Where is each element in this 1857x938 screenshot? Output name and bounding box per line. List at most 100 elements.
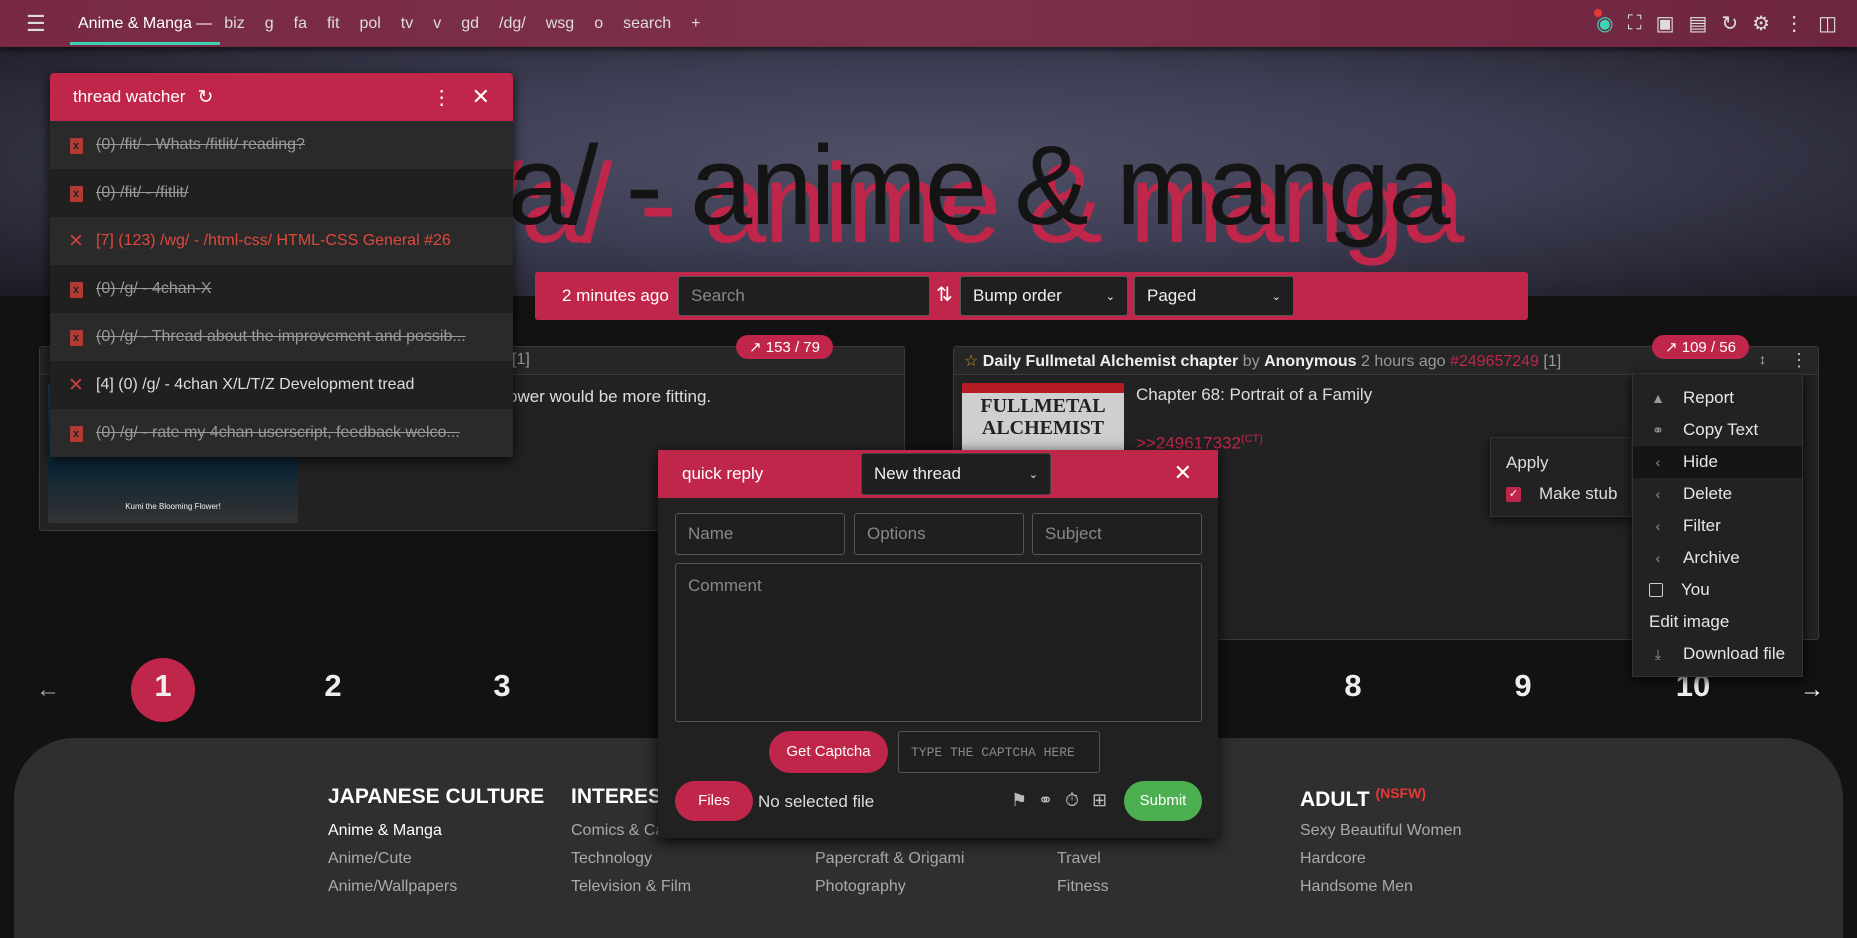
watched-thread-item[interactable]: ✕ [4] (0) /g/ - 4chan X/L/T/Z Development… <box>50 361 513 409</box>
timer-icon[interactable]: ⏱ <box>1065 790 1079 811</box>
menu-item-filter[interactable]: ‹ Filter <box>1633 510 1802 542</box>
add-board-button[interactable]: + <box>691 0 700 47</box>
footer-board-link[interactable]: Hardcore <box>1300 845 1462 873</box>
apply-button[interactable]: Apply <box>1506 453 1549 473</box>
files-button[interactable]: Files <box>675 781 753 821</box>
watched-thread-item[interactable]: x (0) /g/ - 4chan-X <box>50 265 513 313</box>
subject-field[interactable]: Subject <box>1032 513 1202 555</box>
post-number[interactable]: #249657249 <box>1450 353 1539 370</box>
link-icon[interactable]: ⚭ <box>1038 790 1053 811</box>
thread-comment: ower would be more fitting. <box>508 387 712 406</box>
fullscreen-icon[interactable]: ⛶ <box>1628 12 1642 35</box>
watched-thread-item[interactable]: x (0) /g/ - rate my 4chan userscript, fee… <box>50 409 513 457</box>
thread-refs: [1] <box>1543 353 1562 370</box>
refresh-icon[interactable]: ↻ <box>1721 11 1738 36</box>
more-options-icon[interactable]: ⋮ <box>1790 350 1808 371</box>
hamburger-menu-icon[interactable]: ☰ <box>26 11 52 37</box>
next-page-arrow-icon[interactable]: → <box>1800 676 1824 704</box>
submit-button[interactable]: Submit <box>1124 781 1202 821</box>
board-link[interactable]: v <box>433 0 441 47</box>
image-icon[interactable]: ▣ <box>1656 11 1675 36</box>
footer-board-link[interactable]: Anime & Manga <box>328 817 544 845</box>
spoiler-icon[interactable]: ⚑ <box>1011 790 1027 811</box>
page-1[interactable]: 1 <box>131 668 195 704</box>
trash-icon[interactable]: x <box>68 184 84 202</box>
menu-item-delete[interactable]: ‹ Delete <box>1633 478 1802 510</box>
menu-item-download-file[interactable]: ⤓ Download file <box>1633 638 1802 670</box>
watched-thread-item[interactable]: ✕ [7] (123) /wg/ - /html-css/ HTML-CSS Ge… <box>50 217 513 265</box>
board-link[interactable]: pol <box>359 0 380 47</box>
footer-board-link[interactable]: Papercraft & Origami <box>815 845 964 873</box>
watched-thread-item[interactable]: x (0) /g/ - Thread about the improvement … <box>50 313 513 361</box>
menu-item-report[interactable]: ▲ Report <box>1633 382 1802 414</box>
hide-submenu: Apply ✓ Make stub <box>1490 437 1632 517</box>
footer-board-link[interactable]: Sexy Beautiful Women <box>1300 817 1462 845</box>
prev-page-arrow-icon[interactable]: ← <box>36 676 60 704</box>
heading-text: ADULT <box>1300 788 1370 811</box>
comment-icon[interactable]: ▤ <box>1688 11 1707 36</box>
refresh-icon[interactable]: ↻ <box>197 86 213 109</box>
menu-item-archive[interactable]: ‹ Archive <box>1633 542 1802 574</box>
captcha-input[interactable]: TYPE THE CAPTCHA HERE <box>898 731 1100 773</box>
board-link[interactable]: tv <box>401 0 413 47</box>
trash-icon[interactable]: x <box>68 424 84 442</box>
trash-icon[interactable]: x <box>68 280 84 298</box>
menu-item-you[interactable]: You <box>1633 574 1802 606</box>
close-icon[interactable]: ✕ <box>1174 460 1192 486</box>
mode-select[interactable]: Paged ⌄ <box>1134 276 1294 316</box>
quick-reply-header[interactable]: quick reply New thread ⌄ ✕ <box>658 450 1218 498</box>
name-field[interactable]: Name <box>675 513 845 555</box>
add-icon[interactable]: ⊞ <box>1092 790 1107 811</box>
you-checkbox[interactable] <box>1649 583 1663 597</box>
eye-icon[interactable]: ◉ <box>1594 9 1614 36</box>
clipboard-code-icon[interactable]: ◫ <box>1818 11 1837 36</box>
board-link[interactable]: fit <box>327 0 339 47</box>
sort-direction-icon[interactable]: ⇅ <box>936 282 953 307</box>
page-8[interactable]: 8 <box>1321 668 1385 704</box>
page-9[interactable]: 9 <box>1491 668 1555 704</box>
comment-field[interactable]: Comment <box>675 563 1202 722</box>
trash-icon[interactable]: x <box>68 328 84 346</box>
thread-subject: Daily Fullmetal Alchemist chapter <box>982 353 1239 370</box>
footer-heading: JAPANESE CULTURE <box>328 785 544 817</box>
more-options-icon[interactable]: ⋮ <box>432 85 452 110</box>
board-link[interactable]: wsg <box>546 0 574 47</box>
close-icon[interactable]: ✕ <box>68 230 84 253</box>
menu-item-edit-image[interactable]: Edit image <box>1633 606 1802 638</box>
page-2[interactable]: 2 <box>301 668 365 704</box>
footer-board-link[interactable]: Technology <box>571 845 709 873</box>
close-icon[interactable]: ✕ <box>472 84 490 110</box>
board-link[interactable]: /dg/ <box>499 0 526 47</box>
board-link[interactable]: gd <box>461 0 479 47</box>
menu-item-hide[interactable]: ‹ Hide <box>1633 446 1802 478</box>
watched-thread-item[interactable]: x (0) /fit/ - /fitlit/ <box>50 169 513 217</box>
page-3[interactable]: 3 <box>470 668 534 704</box>
close-icon[interactable]: ✕ <box>68 374 84 397</box>
heading-text: JAPANESE CULTURE <box>328 785 545 808</box>
gear-icon[interactable]: ⚙ <box>1752 11 1770 36</box>
board-link[interactable]: g <box>265 0 274 47</box>
search-input[interactable]: Search <box>678 276 930 316</box>
tab-anime-manga[interactable]: Anime & Manga — <box>70 0 221 47</box>
sort-select[interactable]: Bump order ⌄ <box>960 276 1128 316</box>
reply-count: 153 <box>765 339 791 356</box>
make-stub-checkbox[interactable]: ✓ <box>1506 487 1521 502</box>
trash-icon[interactable]: x <box>68 136 84 154</box>
search-link[interactable]: search <box>623 0 671 47</box>
get-captcha-button[interactable]: Get Captcha <box>769 731 888 773</box>
collapse-icon[interactable]: ↕ <box>1759 351 1766 367</box>
board-link[interactable]: o <box>594 0 603 47</box>
watched-thread-item[interactable]: x (0) /fit/ - Whats /fitlit/ reading? <box>50 121 513 169</box>
star-icon[interactable]: ☆ <box>964 353 978 370</box>
thread-target-select[interactable]: New thread ⌄ <box>861 453 1051 495</box>
more-icon[interactable]: ⋮ <box>1784 11 1804 36</box>
board-link[interactable]: biz <box>224 0 244 47</box>
sort-value: Bump order <box>973 286 1062 305</box>
menu-label: Copy Text <box>1683 420 1759 439</box>
footer-board-link[interactable]: Anime/Cute <box>328 845 544 873</box>
footer-board-link[interactable]: Travel <box>1057 845 1109 873</box>
options-field[interactable]: Options <box>854 513 1024 555</box>
thread-thumbnail[interactable]: FULLMETAL ALCHEMIST <box>962 383 1124 453</box>
board-link[interactable]: fa <box>294 0 307 47</box>
menu-item-copy-text[interactable]: ⚭ Copy Text <box>1633 414 1802 446</box>
